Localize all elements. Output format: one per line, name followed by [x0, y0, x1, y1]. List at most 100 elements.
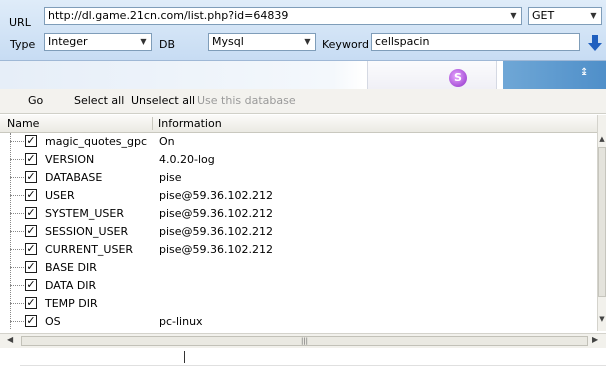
- horizontal-scrollbar[interactable]: ◀ ||| ▶: [0, 333, 606, 348]
- db-label: DB: [159, 38, 176, 51]
- row-information: pise@59.36.102.212: [159, 189, 274, 202]
- column-header-information[interactable]: Information: [158, 117, 222, 130]
- scroll-up-icon[interactable]: ▲: [598, 135, 606, 143]
- table-row[interactable]: ✓ magic_quotes_gpc On: [0, 133, 596, 151]
- check-icon: ✓: [26, 260, 36, 273]
- row-name: SYSTEM_USER: [45, 207, 124, 220]
- keyword-input[interactable]: cellspacin: [371, 33, 580, 51]
- table-row[interactable]: ✓ BASE DIR: [0, 259, 596, 277]
- table-row[interactable]: ✓ USER pise@59.36.102.212: [0, 187, 596, 205]
- check-icon: ✓: [26, 170, 36, 183]
- divider: [20, 365, 606, 366]
- db-value: Mysql: [212, 35, 244, 48]
- chevron-down-icon[interactable]: ▼: [138, 36, 149, 48]
- db-select[interactable]: Mysql ▼: [208, 33, 316, 51]
- url-value: http://dl.game.21cn.com/list.php?id=6483…: [48, 9, 289, 22]
- banner: S ↨: [0, 61, 606, 89]
- tree-connector: [10, 195, 24, 196]
- keyword-value: cellspacin: [375, 35, 430, 48]
- row-name: USER: [45, 189, 75, 202]
- table-row[interactable]: ✓ DATABASE pise: [0, 169, 596, 187]
- column-divider[interactable]: [152, 117, 153, 130]
- table-row[interactable]: ✓ TEMP DIR: [0, 295, 596, 313]
- status-bar: [0, 348, 606, 367]
- tree-connector: [10, 321, 24, 322]
- row-name: VERSION: [45, 153, 95, 166]
- scrollbar-thumb[interactable]: [598, 147, 606, 297]
- scroll-right-icon[interactable]: ▶: [592, 335, 598, 344]
- type-label: Type: [10, 38, 36, 51]
- select-all-button[interactable]: Select all: [74, 94, 124, 107]
- method-value: GET: [532, 9, 555, 22]
- tree-connector: [10, 177, 24, 178]
- row-checkbox[interactable]: ✓: [25, 297, 37, 309]
- unselect-all-button[interactable]: Unselect all: [131, 94, 195, 107]
- row-information: pise: [159, 171, 182, 184]
- row-name: OS: [45, 315, 61, 328]
- row-name: TEMP DIR: [45, 297, 98, 310]
- row-checkbox[interactable]: ✓: [25, 225, 37, 237]
- column-header-name[interactable]: Name: [7, 117, 39, 130]
- logo-icon: S: [449, 69, 467, 87]
- check-icon: ✓: [26, 206, 36, 219]
- scroll-down-icon[interactable]: ▼: [598, 315, 606, 323]
- check-icon: ✓: [26, 314, 36, 327]
- row-checkbox[interactable]: ✓: [25, 189, 37, 201]
- go-button[interactable]: Go: [28, 94, 43, 107]
- type-select[interactable]: Integer ▼: [44, 33, 152, 51]
- table-row[interactable]: ✓ OS pc-linux: [0, 313, 596, 331]
- chevron-down-icon[interactable]: ▼: [588, 10, 599, 22]
- method-select[interactable]: GET ▼: [528, 7, 602, 25]
- scrollbar-thumb[interactable]: |||: [21, 336, 588, 346]
- chevron-down-icon[interactable]: ▼: [508, 10, 519, 22]
- type-value: Integer: [48, 35, 88, 48]
- check-icon: ✓: [26, 242, 36, 255]
- tree-connector: [10, 249, 24, 250]
- row-information: pise@59.36.102.212: [159, 207, 274, 220]
- row-checkbox[interactable]: ✓: [25, 261, 37, 273]
- toolbar: Go Select all Unselect all Use this data…: [0, 89, 606, 114]
- row-checkbox[interactable]: ✓: [25, 207, 37, 219]
- table-row[interactable]: ✓ SESSION_USER pise@59.36.102.212: [0, 223, 596, 241]
- row-checkbox[interactable]: ✓: [25, 243, 37, 255]
- row-name: magic_quotes_gpc: [45, 135, 148, 148]
- banner-image: [367, 61, 497, 89]
- tree-connector: [10, 285, 24, 286]
- tree-connector: [10, 159, 24, 160]
- scroll-left-icon[interactable]: ◀: [7, 335, 13, 344]
- check-icon: ✓: [26, 152, 36, 165]
- row-name: DATA DIR: [45, 279, 97, 292]
- row-checkbox[interactable]: ✓: [25, 279, 37, 291]
- table-row[interactable]: ✓ VERSION 4.0.20-log: [0, 151, 596, 169]
- tree-connector: [10, 213, 24, 214]
- check-icon: ✓: [26, 224, 36, 237]
- query-form: URL http://dl.game.21cn.com/list.php?id=…: [0, 0, 606, 61]
- use-database-button[interactable]: Use this database: [197, 94, 296, 107]
- row-information: pise@59.36.102.212: [159, 243, 274, 256]
- row-checkbox[interactable]: ✓: [25, 153, 37, 165]
- tree-connector: [10, 231, 24, 232]
- table-row[interactable]: ✓ SYSTEM_USER pise@59.36.102.212: [0, 205, 596, 223]
- row-information: pc-linux: [159, 315, 203, 328]
- row-information: 4.0.20-log: [159, 153, 215, 166]
- pin-icon[interactable]: ↨: [580, 67, 588, 78]
- info-grid: Name Information ✓ magic_quotes_gpc On ✓ VER…: [0, 115, 606, 331]
- row-information: On: [159, 135, 175, 148]
- tree-connector: [10, 267, 24, 268]
- row-checkbox[interactable]: ✓: [25, 171, 37, 183]
- row-name: CURRENT_USER: [45, 243, 134, 256]
- row-name: DATABASE: [45, 171, 103, 184]
- chevron-down-icon[interactable]: ▼: [302, 36, 313, 48]
- row-checkbox[interactable]: ✓: [25, 135, 37, 147]
- check-icon: ✓: [26, 278, 36, 291]
- row-name: SESSION_USER: [45, 225, 129, 238]
- table-row[interactable]: ✓ DATA DIR: [0, 277, 596, 295]
- url-input[interactable]: http://dl.game.21cn.com/list.php?id=6483…: [44, 7, 522, 25]
- check-icon: ✓: [26, 188, 36, 201]
- check-icon: ✓: [26, 296, 36, 309]
- text-cursor: [184, 351, 185, 363]
- down-arrow-icon[interactable]: [586, 34, 604, 52]
- vertical-scrollbar[interactable]: ▲ ▼: [597, 115, 606, 331]
- table-row[interactable]: ✓ CURRENT_USER pise@59.36.102.212: [0, 241, 596, 259]
- row-checkbox[interactable]: ✓: [25, 315, 37, 327]
